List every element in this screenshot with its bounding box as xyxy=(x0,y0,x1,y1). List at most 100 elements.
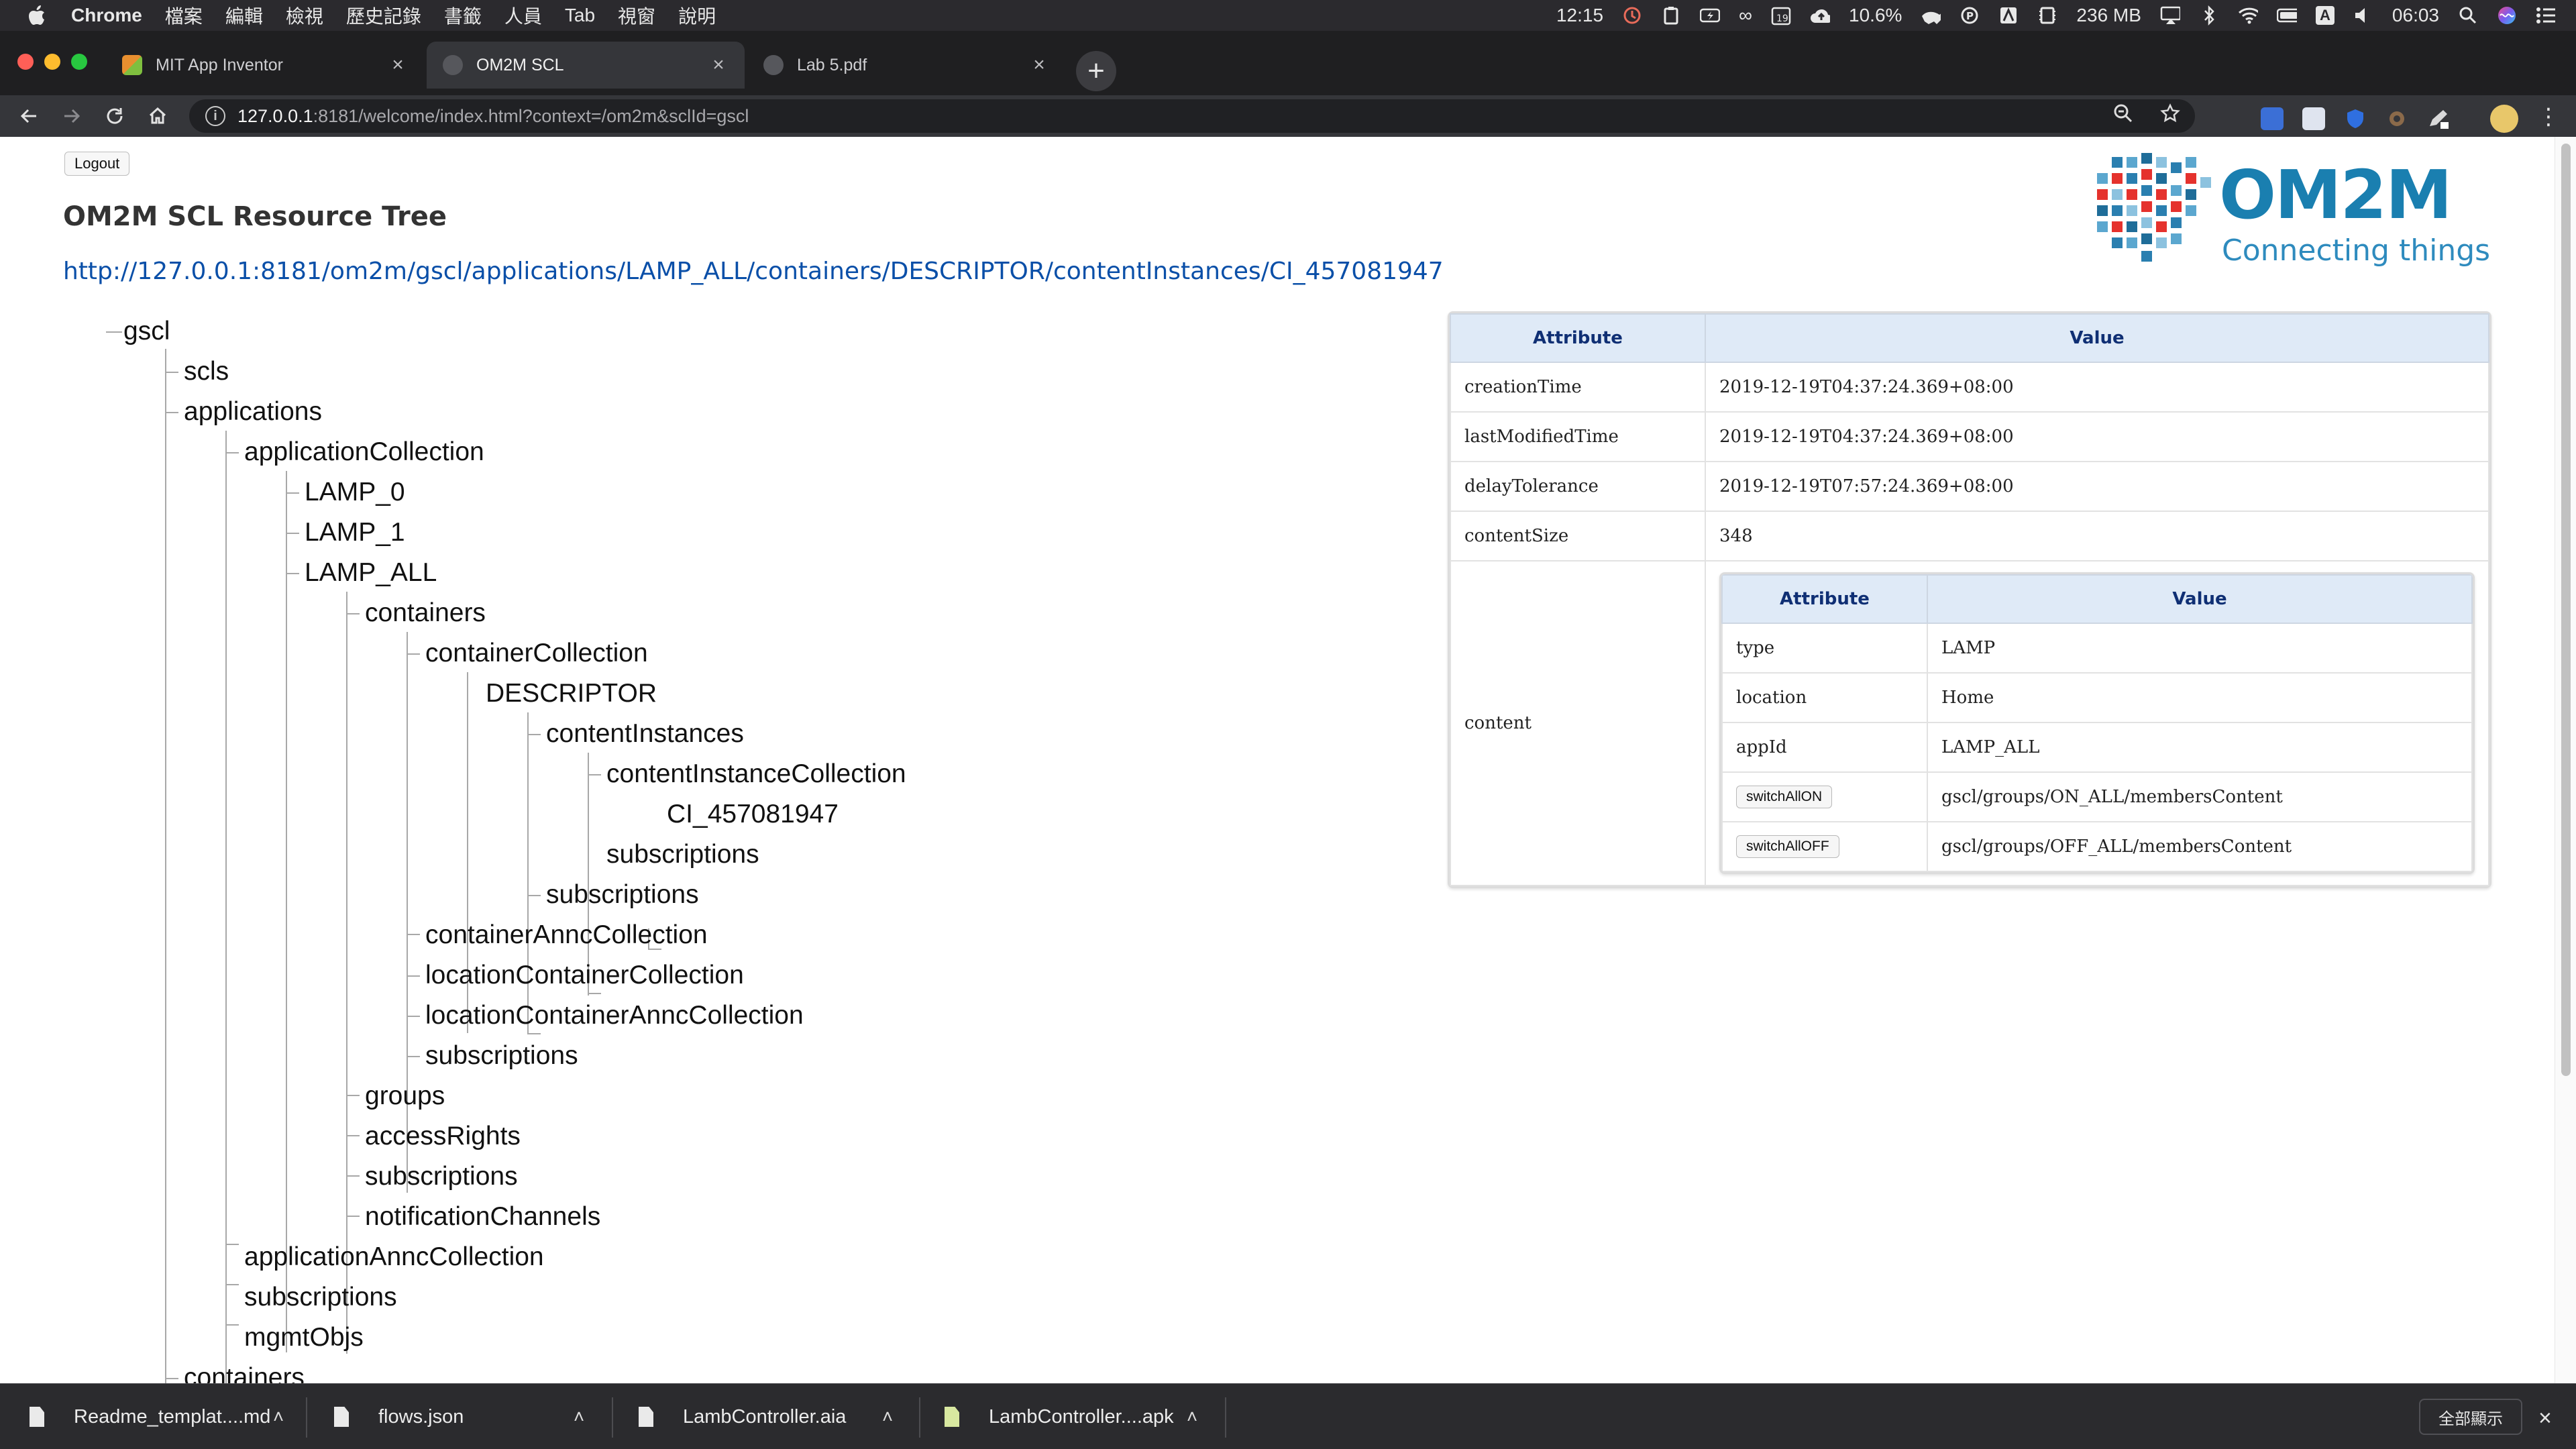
window-minimize-button[interactable] xyxy=(44,54,60,70)
chevron-up-icon[interactable]: ˄ xyxy=(268,1406,288,1427)
scrollbar-thumb[interactable] xyxy=(2561,144,2571,1076)
chevron-up-icon[interactable]: ˄ xyxy=(1182,1406,1202,1427)
close-downloads-bar-icon[interactable]: × xyxy=(2538,1405,2552,1432)
menu-file[interactable]: 檔案 xyxy=(165,2,203,29)
wifi-icon[interactable] xyxy=(2238,5,2258,25)
tree-node-container-collection[interactable]: containerCollection xyxy=(425,639,648,668)
tree-node-content-instance-collection[interactable]: contentInstanceCollection xyxy=(606,759,906,789)
tree-node-application-collection[interactable]: applicationCollection xyxy=(244,437,484,467)
back-button[interactable] xyxy=(13,101,44,131)
menu-bookmarks[interactable]: 書籤 xyxy=(444,2,482,29)
bluetooth-icon[interactable] xyxy=(2199,5,2219,25)
new-tab-button[interactable]: + xyxy=(1076,51,1116,91)
tree-node-access-rights[interactable]: accessRights xyxy=(365,1122,521,1151)
tree-node-lamp-1[interactable]: LAMP_1 xyxy=(305,518,405,547)
menu-window[interactable]: 視窗 xyxy=(618,2,655,29)
memory-label[interactable]: 236 MB xyxy=(2076,5,2141,26)
download-item[interactable]: LambController....apk ˄ xyxy=(945,1395,1213,1439)
resource-url-link[interactable]: http://127.0.0.1:8181/om2m/gscl/applicat… xyxy=(63,258,1444,285)
chevron-up-icon[interactable]: ˄ xyxy=(877,1406,898,1427)
menu-edit[interactable]: 編輯 xyxy=(225,2,263,29)
download-item[interactable]: LambController.aia ˄ xyxy=(639,1395,900,1439)
spotlight-search-icon[interactable] xyxy=(2458,5,2478,25)
zoom-icon[interactable] xyxy=(2113,103,2133,129)
pen-extension-icon[interactable] xyxy=(2427,107,2450,130)
address-bar[interactable]: i 127.0.0.1 :8181/welcome/index.html?con… xyxy=(189,99,2195,133)
profile-avatar-icon[interactable] xyxy=(2490,105,2518,133)
forward-button[interactable] xyxy=(56,101,87,131)
tree-node-containers[interactable]: containers xyxy=(365,598,486,628)
chrome-menu-icon[interactable]: ⋮ xyxy=(2537,105,2560,131)
window-close-button[interactable] xyxy=(17,54,34,70)
tree-node-subscriptions[interactable]: subscriptions xyxy=(244,1283,397,1312)
siri-icon[interactable] xyxy=(2497,5,2517,25)
tree-node-gscl[interactable]: gscl xyxy=(123,317,170,346)
tree-node-subscriptions[interactable]: subscriptions xyxy=(365,1162,518,1191)
download-item[interactable]: flows.json ˄ xyxy=(334,1395,596,1439)
switch-all-on-button[interactable]: switchAllON xyxy=(1736,786,1833,808)
tree-node-ci-457081947[interactable]: CI_457081947 xyxy=(667,800,839,829)
tree-node-subscriptions[interactable]: subscriptions xyxy=(546,880,699,910)
volume-icon[interactable] xyxy=(2353,5,2373,25)
menu-help[interactable]: 說明 xyxy=(678,2,716,29)
tree-node-groups[interactable]: groups xyxy=(365,1081,445,1111)
timer-label[interactable]: 12:15 xyxy=(1556,5,1603,26)
translate-extension-icon[interactable] xyxy=(2261,107,2284,130)
tree-node-lamp-0[interactable]: LAMP_0 xyxy=(305,478,405,507)
airplay-icon[interactable] xyxy=(2160,5,2180,25)
tab-lab5-pdf[interactable]: Lab 5.pdf × xyxy=(747,42,1065,89)
tree-node-applications[interactable]: applications xyxy=(184,397,322,427)
tab-close-icon[interactable]: × xyxy=(708,54,729,76)
page-scrollbar[interactable] xyxy=(2555,137,2576,1383)
app-a-icon[interactable] xyxy=(1998,5,2019,25)
timer-icon[interactable] xyxy=(1622,5,1642,25)
clock-label[interactable]: 06:03 xyxy=(2392,5,2439,26)
tree-node-scls[interactable]: scls xyxy=(184,357,229,386)
show-all-downloads-button[interactable]: 全部顯示 xyxy=(2419,1399,2522,1435)
home-button[interactable] xyxy=(142,101,173,131)
calendar-icon[interactable]: 19 xyxy=(1771,5,1791,25)
window-zoom-button[interactable] xyxy=(71,54,87,70)
shield-extension-icon[interactable] xyxy=(2344,107,2367,130)
site-info-icon[interactable]: i xyxy=(205,106,225,126)
menu-app-name[interactable]: Chrome xyxy=(71,5,142,26)
tree-node-descriptor[interactable]: DESCRIPTOR xyxy=(486,679,657,708)
chevron-up-icon[interactable]: ˄ xyxy=(569,1406,589,1427)
bookmark-star-icon[interactable] xyxy=(2160,103,2180,129)
logout-button[interactable]: Logout xyxy=(64,152,130,176)
menu-people[interactable]: 人員 xyxy=(504,2,542,29)
tree-node-subscriptions[interactable]: subscriptions xyxy=(606,840,759,869)
tab-om2m-scl[interactable]: OM2M SCL × xyxy=(427,42,745,89)
tree-node-mgmt-objs[interactable]: mgmtObjs xyxy=(244,1323,364,1352)
tree-node-subscriptions[interactable]: subscriptions xyxy=(425,1041,578,1071)
tree-node-lamp-all[interactable]: LAMP_ALL xyxy=(305,558,437,588)
tree-node-container-annc-collection[interactable]: containerAnncCollection xyxy=(425,920,708,950)
battery-charging-icon[interactable] xyxy=(1700,5,1721,25)
tree-node-location-container-annc-collection[interactable]: locationContainerAnncCollection xyxy=(425,1001,804,1030)
input-source-icon[interactable]: A xyxy=(2315,6,2334,25)
reload-button[interactable] xyxy=(99,101,130,131)
tab-close-icon[interactable]: × xyxy=(1029,54,1049,76)
battery-icon[interactable] xyxy=(2276,5,2297,25)
tree-node-application-annc-collection[interactable]: applicationAnncCollection xyxy=(244,1242,544,1272)
gear-extension-icon[interactable] xyxy=(2385,107,2408,130)
cloud-upload-icon[interactable] xyxy=(1810,5,1831,25)
tree-node-notification-channels[interactable]: notificationChannels xyxy=(365,1202,600,1232)
menu-history[interactable]: 歷史記錄 xyxy=(346,2,421,29)
menu-tab[interactable]: Tab xyxy=(565,5,595,26)
tab-mit-app-inventor[interactable]: MIT App Inventor × xyxy=(106,42,424,89)
menu-view[interactable]: 檢視 xyxy=(286,2,323,29)
tree-node-content-instances[interactable]: contentInstances xyxy=(546,719,744,749)
running-cat-icon[interactable] xyxy=(1921,5,1941,25)
tab-close-icon[interactable]: × xyxy=(388,54,408,76)
notification-center-icon[interactable] xyxy=(2536,5,2556,25)
apple-menu-icon[interactable] xyxy=(27,5,47,25)
download-item[interactable]: Readme_templat....md ˄ xyxy=(30,1395,291,1439)
switch-all-off-button[interactable]: switchAllOFF xyxy=(1736,835,1839,858)
extension-icon[interactable] xyxy=(2302,107,2325,130)
p-circle-icon[interactable]: P xyxy=(1960,5,1980,25)
clipboard-icon[interactable] xyxy=(1661,5,1681,25)
cpu-usage-label[interactable]: 10.6% xyxy=(1849,5,1902,26)
tree-node-location-container-collection[interactable]: locationContainerCollection xyxy=(425,961,744,990)
tree-node-containers[interactable]: containers xyxy=(184,1363,305,1383)
